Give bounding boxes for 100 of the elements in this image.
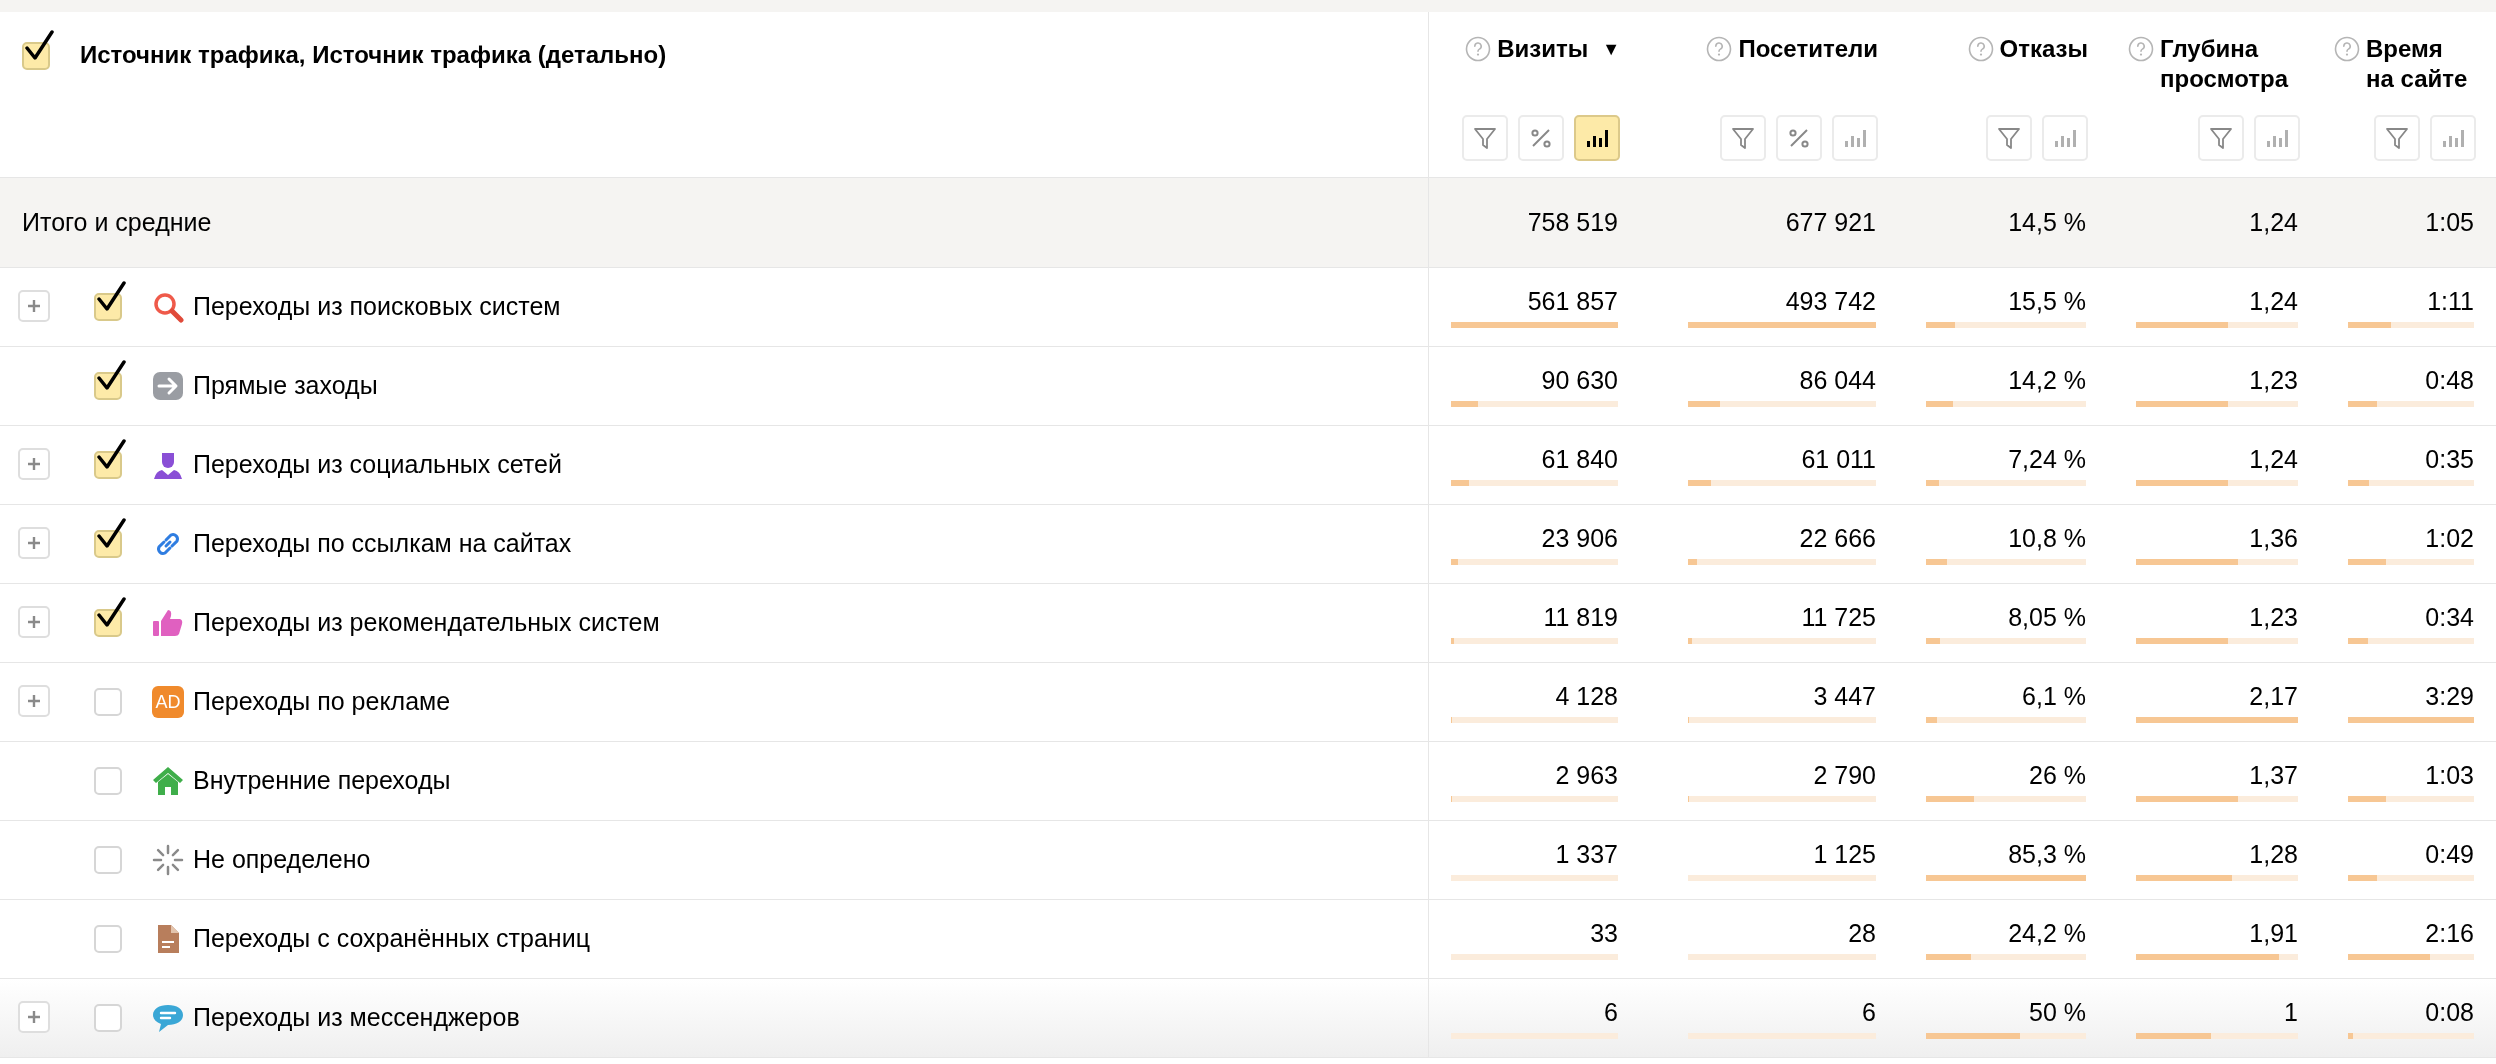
- table-cell-text: 33: [1589, 918, 1618, 948]
- table-cell-text: 1,24: [2249, 206, 2298, 238]
- ad-icon: AD: [152, 686, 184, 718]
- table-cell-text: 1,24: [2248, 286, 2298, 316]
- table-cell-text: 3:29: [2424, 681, 2474, 711]
- table-cell-text: 1,24: [2248, 444, 2298, 474]
- table-cell-text: 1,37: [2248, 760, 2298, 790]
- table-cell-text: 6: [1861, 997, 1876, 1027]
- table-cell-text: 1,23: [2248, 365, 2298, 395]
- table-cell-text: 677 921: [1785, 206, 1876, 238]
- table-cell-text: 28: [1847, 918, 1876, 948]
- sort-indicator[interactable]: ▼: [1602, 34, 1620, 64]
- table-cell-text: 22 666: [1798, 523, 1876, 553]
- table-cell-text: 85,3 %: [2007, 839, 2086, 869]
- table-cell-text: 15,5 %: [2007, 286, 2086, 316]
- table-cell-text: 2:16: [2424, 918, 2474, 948]
- table-cell-text: 1:11: [2426, 286, 2474, 316]
- checkbox[interactable]: [22, 30, 56, 70]
- help-icon[interactable]: [1706, 36, 1733, 62]
- expand-button[interactable]: [18, 448, 50, 480]
- help-icon[interactable]: [2128, 36, 2154, 62]
- column-header[interactable]: Глубина просмотра: [2160, 34, 2300, 94]
- plus-icon: [26, 298, 42, 314]
- column-header[interactable]: Посетители: [1738, 34, 1878, 64]
- table-cell-text: 8,05 %: [2007, 602, 2086, 632]
- expand-button[interactable]: [18, 527, 50, 559]
- table-cell-text: 1 337: [1554, 839, 1618, 869]
- plus-icon: [26, 535, 42, 551]
- row-label[interactable]: Переходы из мессенджеров: [193, 999, 520, 1037]
- row-label[interactable]: Переходы из социальных сетей: [193, 446, 562, 484]
- table-cell-text: 758 519: [1527, 206, 1618, 238]
- checkbox[interactable]: [94, 518, 128, 558]
- house-icon: [152, 765, 184, 797]
- table-cell-text: 2 963: [1554, 760, 1618, 790]
- table-cell-text: 24,2 %: [2007, 918, 2086, 948]
- table-cell-text: 10,8 %: [2007, 523, 2086, 553]
- row-label[interactable]: Прямые заходы: [193, 367, 378, 405]
- spinner-icon: [152, 844, 184, 876]
- table-cell-text: 0:49: [2424, 839, 2474, 869]
- checkbox[interactable]: [94, 281, 128, 321]
- table-cell-text: 11 725: [1800, 602, 1876, 632]
- table-cell-text: 1,91: [2248, 918, 2298, 948]
- table-cell-text: 0:34: [2424, 602, 2474, 632]
- table-cell-text: 1:02: [2424, 523, 2474, 553]
- table-cell-text: 1 125: [1812, 839, 1876, 869]
- plus-icon: [26, 1009, 42, 1025]
- row-label[interactable]: Переходы из поисковых систем: [193, 288, 561, 326]
- help-icon[interactable]: [1967, 36, 1994, 62]
- table-cell-text: 1:05: [2425, 206, 2474, 238]
- table-cell-text: 1: [2283, 997, 2298, 1027]
- row-label[interactable]: Переходы по ссылкам на сайтах: [193, 525, 572, 563]
- table-cell-text: 2,17: [2248, 681, 2298, 711]
- checkbox[interactable]: [94, 439, 128, 479]
- row-label[interactable]: Переходы с сохранённых страниц: [193, 920, 590, 958]
- checkbox[interactable]: [94, 597, 128, 637]
- table-cell-text: 0:08: [2424, 997, 2474, 1027]
- column-header: Источник трафика, Источник трафика (детально): [80, 40, 667, 70]
- table-cell-text: 2 790: [1812, 760, 1876, 790]
- table-cell-text: 11 819: [1542, 602, 1618, 632]
- table-cell-text: 4 128: [1554, 681, 1618, 711]
- table-cell-text: 26 %: [2028, 760, 2086, 790]
- plus-icon: [26, 693, 42, 709]
- totals-label: Итого и средние: [21, 207, 212, 236]
- row-label[interactable]: Не определено: [193, 841, 371, 879]
- table-cell-text: 14,2 %: [2007, 365, 2086, 395]
- expand-button[interactable]: [18, 685, 50, 717]
- expand-button[interactable]: [18, 1001, 50, 1033]
- table-cell-text: 1:03: [2424, 760, 2474, 790]
- table-cell-text: 7,24 %: [2007, 444, 2086, 474]
- column-header[interactable]: Визиты: [1497, 34, 1589, 64]
- table-cell-text: 50 %: [2028, 997, 2086, 1027]
- table-cell-text: 1,28: [2248, 839, 2298, 869]
- help-icon[interactable]: [2334, 36, 2360, 62]
- thumbs-up-icon: [152, 607, 184, 639]
- row-label[interactable]: Внутренние переходы: [193, 762, 451, 800]
- table-cell-text: 0:35: [2424, 444, 2474, 474]
- plus-icon: [26, 456, 42, 472]
- table-cell-text: 23 906: [1540, 523, 1618, 553]
- column-header[interactable]: Время на сайте: [2366, 34, 2476, 94]
- table-cell-text: 3 447: [1812, 681, 1876, 711]
- toggle-button[interactable]: [1574, 115, 1620, 161]
- checkbox[interactable]: [94, 360, 128, 400]
- speech-bubble-icon: [152, 1002, 184, 1034]
- table-cell-text: 61 840: [1540, 444, 1618, 474]
- table-cell-text: 90 630: [1540, 365, 1618, 395]
- column-header[interactable]: Отказы: [1999, 34, 2088, 64]
- table-cell-text: 86 044: [1798, 365, 1876, 395]
- help-icon[interactable]: [1465, 36, 1492, 62]
- row-label[interactable]: Переходы по рекламе: [193, 683, 451, 721]
- table-cell-text: 1,23: [2248, 602, 2298, 632]
- table-cell-text: 493 742: [1784, 286, 1876, 316]
- expand-button[interactable]: [18, 606, 50, 638]
- table-cell-text: 61 011: [1800, 444, 1876, 474]
- plus-icon: [26, 614, 42, 630]
- row-label[interactable]: Переходы из рекомендательных систем: [193, 604, 660, 642]
- table-cell-text: 561 857: [1526, 286, 1618, 316]
- table-cell-text: 14,5 %: [2008, 206, 2086, 238]
- expand-button[interactable]: [18, 290, 50, 322]
- table-cell-text: 1,36: [2248, 523, 2298, 553]
- table-cell-text: 6,1 %: [2021, 681, 2086, 711]
